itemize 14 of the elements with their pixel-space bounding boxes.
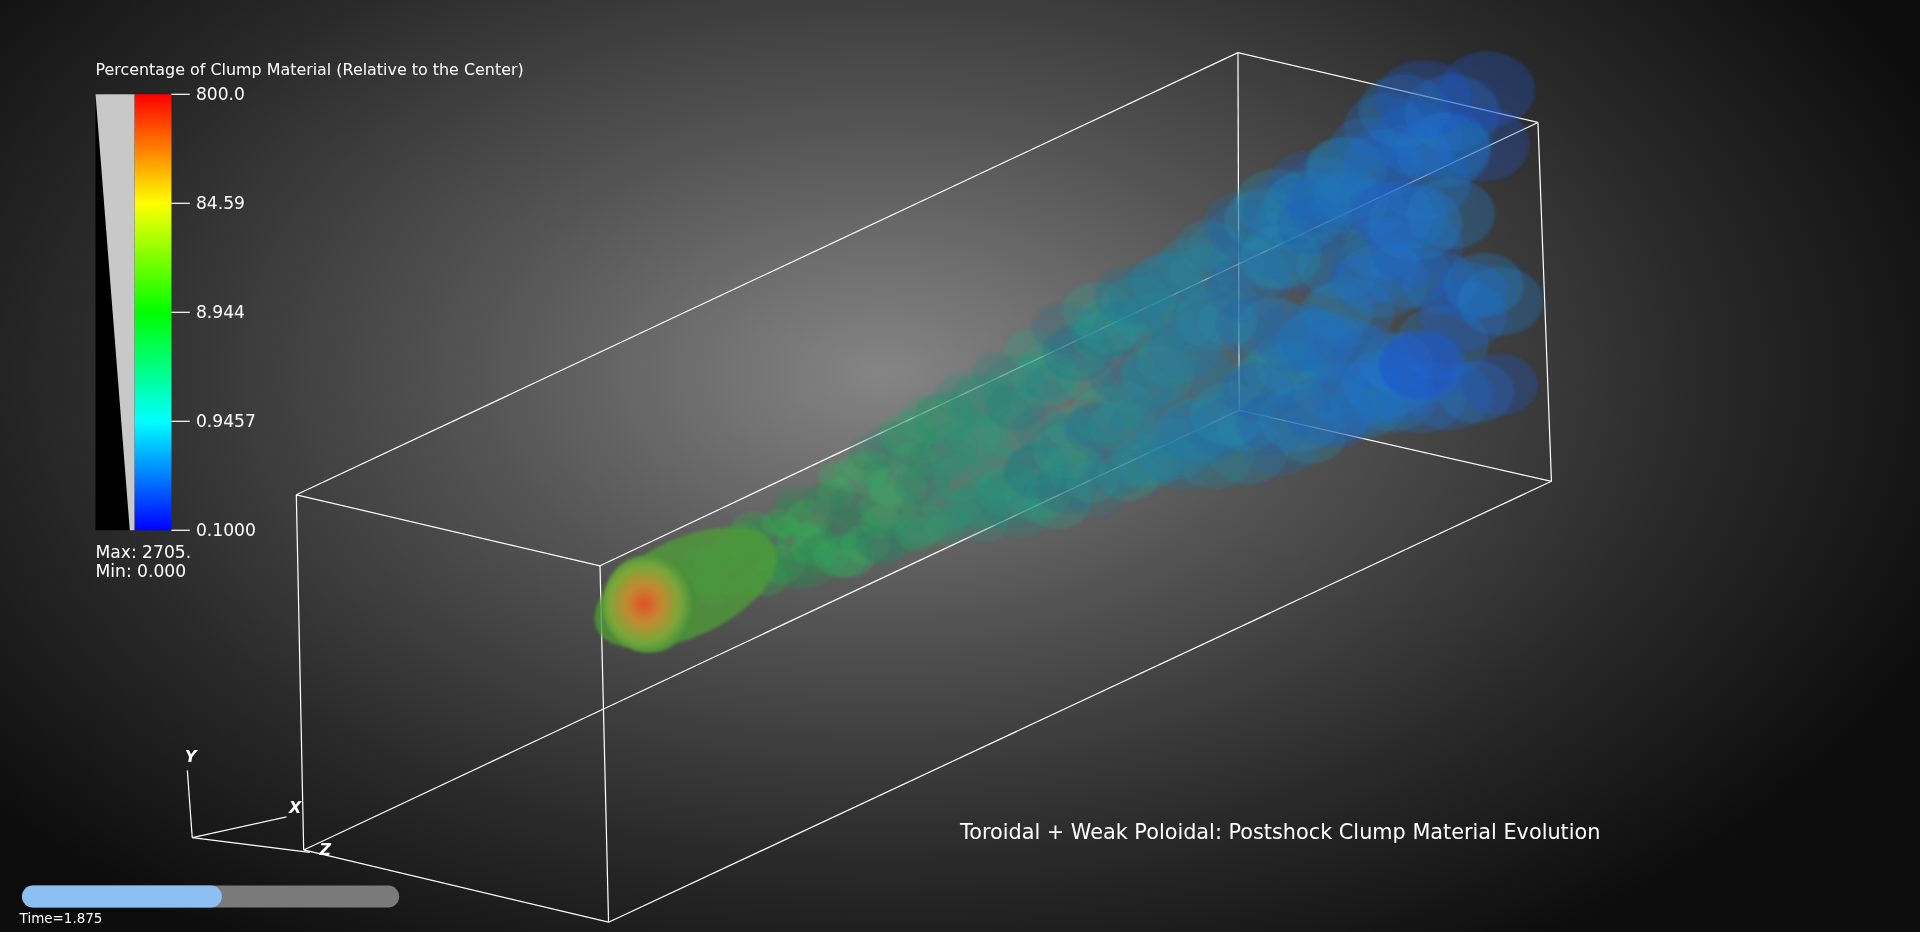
tick-label: 84.59 <box>195 193 245 214</box>
plot-title: Toroidal + Weak Poloidal: Postshock Clump Material Evolution <box>960 819 1601 844</box>
time-label: Time=1.875 <box>19 910 103 927</box>
legend-title: Percentage of Clump Material (Relative to the Center) <box>95 59 524 79</box>
axis-label: X <box>289 798 302 818</box>
tick-label: 8.944 <box>195 302 245 323</box>
axis-label: Y <box>184 746 197 766</box>
tick-label: 800.0 <box>195 84 245 105</box>
axis-label: Z <box>319 839 332 859</box>
min-value: Min: 0.000 <box>95 560 187 581</box>
tick-label: 0.1000 <box>195 520 256 541</box>
tick-label: 0.9457 <box>195 411 256 432</box>
opacity-ramp-icon <box>95 94 135 531</box>
max-value: Max: 2705. <box>95 542 192 563</box>
